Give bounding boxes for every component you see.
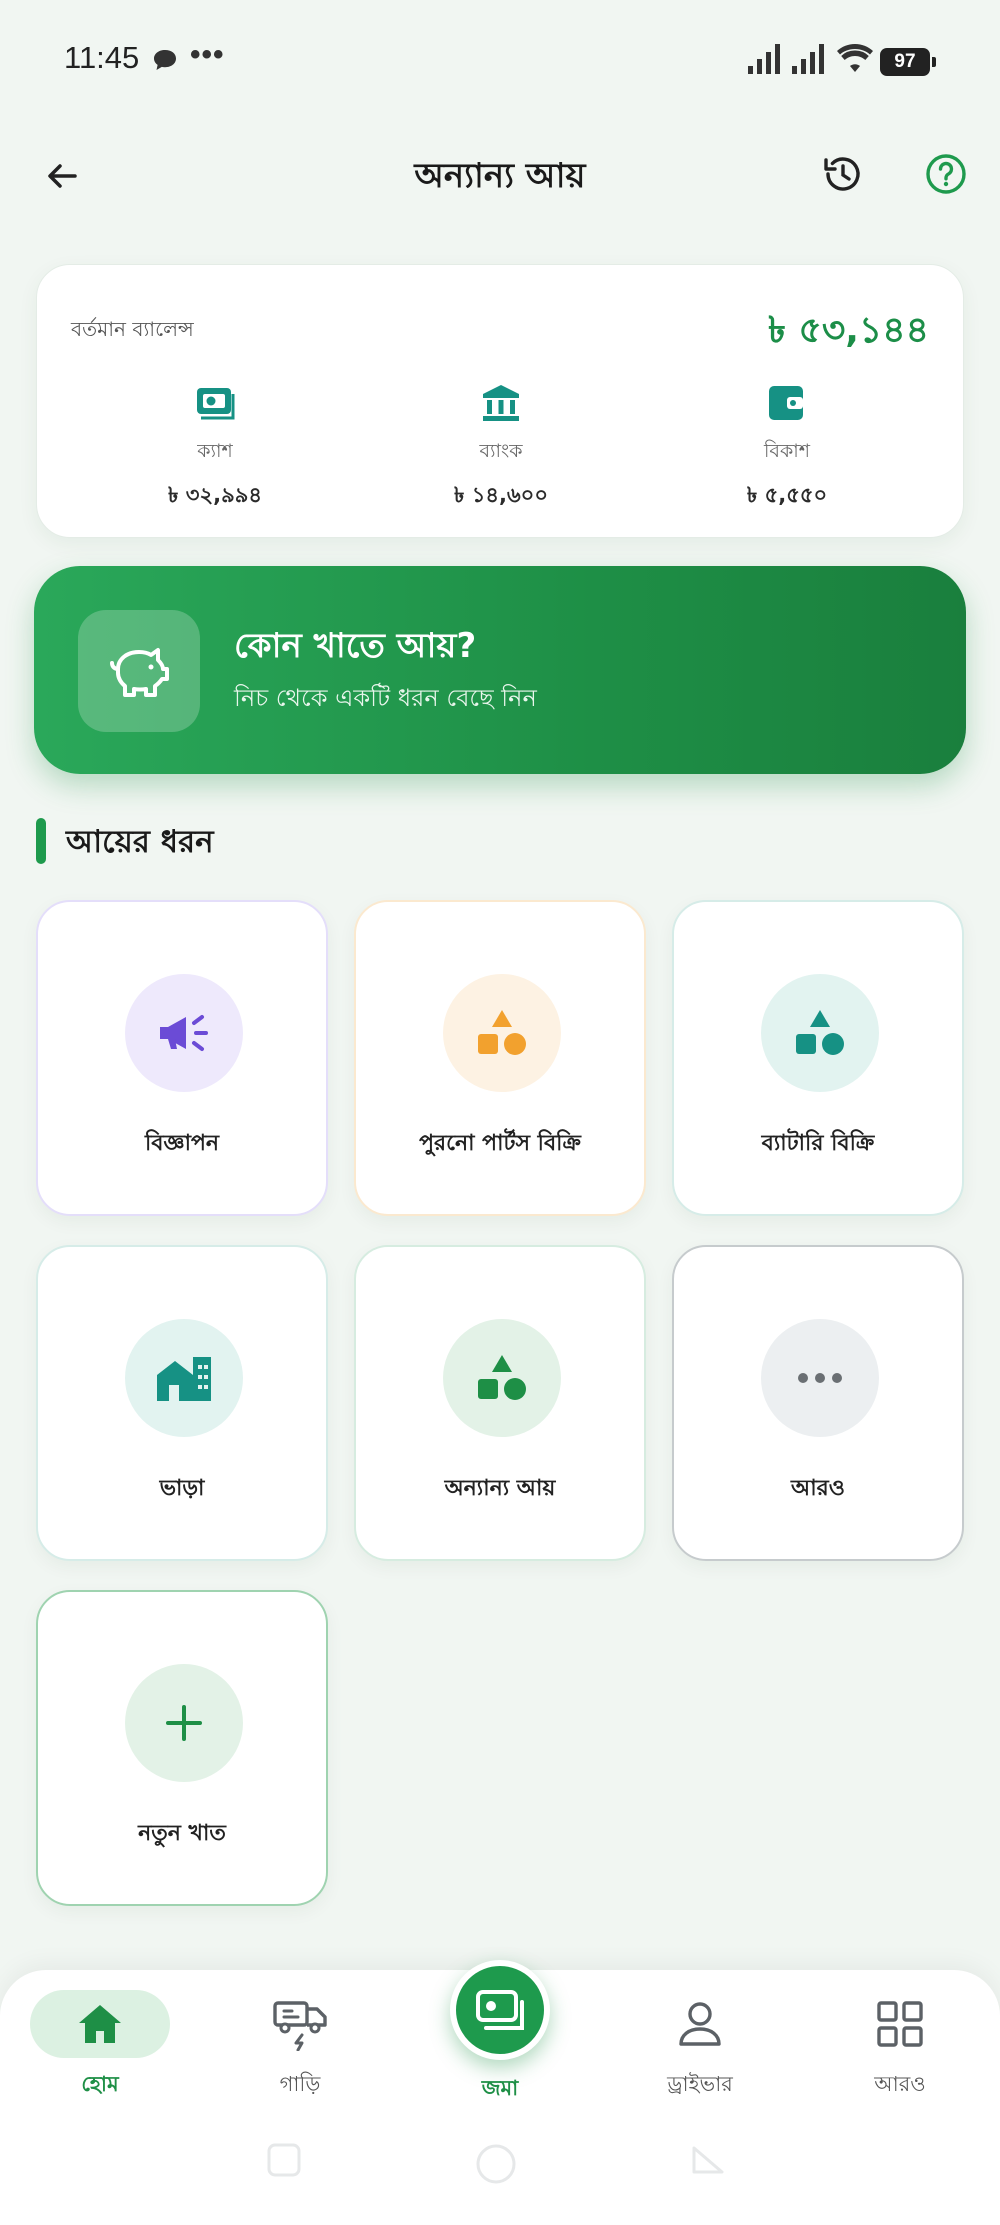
megaphone-icon — [125, 974, 243, 1092]
bottom-nav: হোম গাড়ি জমা ড্রাইভার আরও — [0, 1960, 1000, 2120]
plus-icon — [125, 1664, 243, 1782]
category-label: ভাড়া — [159, 1476, 205, 1501]
wifi-icon — [836, 42, 874, 78]
category-add-new[interactable]: নতুন খাত — [36, 1590, 328, 1906]
truck-icon — [273, 2001, 327, 2051]
help-icon — [926, 154, 966, 194]
account-bank[interactable]: ব্যাংক ৳ ১৪,৬০০ — [381, 381, 621, 514]
piggy-bank-icon — [78, 610, 200, 732]
history-button[interactable] — [820, 152, 868, 200]
nav-more[interactable]: আরও — [820, 1990, 980, 2103]
grid-icon — [877, 2001, 923, 2047]
nav-label-deposit: জমা — [481, 2076, 519, 2100]
recent-apps-button[interactable] — [266, 2142, 302, 2182]
signal-icon — [748, 44, 784, 78]
category-battery-sale[interactable]: ব্যাটারি বিক্রি — [672, 900, 964, 1216]
nav-label: আরও — [874, 2072, 926, 2096]
square-icon — [267, 2143, 301, 2177]
shapes-icon — [761, 974, 879, 1092]
account-cash[interactable]: ক্যাশ ৳ ৩২,৯৯৪ — [95, 381, 335, 514]
nav-label: গাড়ি — [279, 2072, 321, 2096]
status-time: 11:45 — [64, 40, 140, 75]
nav-driver[interactable]: ড্রাইভার — [620, 1990, 780, 2103]
signal-icon — [792, 44, 828, 78]
deposit-button[interactable] — [450, 1960, 550, 2060]
home-system-button[interactable] — [474, 2142, 518, 2190]
category-label: অন্যান্য আয় — [444, 1476, 556, 1501]
chat-bubble-icon — [152, 48, 178, 76]
account-value: ৳ ১৪,৬০০ — [454, 483, 548, 507]
history-icon — [824, 157, 860, 191]
shapes-icon — [443, 1319, 561, 1437]
account-label: বিকাশ — [763, 440, 811, 462]
help-button[interactable] — [924, 152, 972, 200]
category-advertisement[interactable]: বিজ্ঞাপন — [36, 900, 328, 1216]
battery-icon: 97 — [880, 48, 936, 76]
banner-title: কোন খাতে আয়? — [234, 626, 477, 666]
category-old-parts-sale[interactable]: পুরনো পার্টস বিক্রি — [354, 900, 646, 1216]
category-label: বিজ্ঞাপন — [144, 1131, 220, 1156]
account-value: ৳ ৩২,৯৯৪ — [168, 483, 262, 507]
nav-label: হোম — [81, 2072, 119, 2096]
bank-icon — [479, 381, 523, 425]
account-bkash[interactable]: বিকাশ ৳ ৫,৫৫০ — [667, 381, 907, 514]
person-icon — [679, 2002, 721, 2046]
wallet-icon — [765, 381, 809, 425]
cash-icon — [476, 1990, 524, 2030]
triangle-back-icon — [692, 2146, 724, 2174]
account-label: ক্যাশ — [197, 440, 233, 462]
shapes-icon — [443, 974, 561, 1092]
section-title: আয়ের ধরন — [66, 824, 214, 860]
nav-label: ড্রাইভার — [667, 2072, 733, 2096]
balance-amount: ৳ ৫৩,১৪৪ — [768, 310, 929, 351]
income-prompt-banner: কোন খাতে আয়? নিচ থেকে একটি ধরন বেছে নিন — [34, 566, 966, 774]
section-accent-bar — [36, 818, 46, 864]
back-system-button[interactable] — [690, 2142, 726, 2182]
category-label: পুরনো পার্টস বিক্রি — [419, 1131, 581, 1156]
building-icon — [125, 1319, 243, 1437]
banner-subtitle: নিচ থেকে একটি ধরন বেছে নিন — [234, 684, 537, 712]
nav-home[interactable]: হোম — [20, 1990, 180, 2103]
category-more[interactable]: আরও — [672, 1245, 964, 1561]
category-rent[interactable]: ভাড়া — [36, 1245, 328, 1561]
category-other-income[interactable]: অন্যান্য আয় — [354, 1245, 646, 1561]
category-label: ব্যাটারি বিক্রি — [761, 1131, 875, 1156]
app-header: অন্যান্য আয় — [0, 130, 1000, 222]
balance-card: বর্তমান ব্যালেন্স ৳ ৫৩,১৪৪ ক্যাশ ৳ ৩২,৯৯… — [36, 264, 964, 538]
category-label: নতুন খাত — [138, 1821, 226, 1846]
circle-icon — [476, 2144, 516, 2184]
system-nav-bar — [0, 2120, 1000, 2225]
cash-icon — [193, 381, 237, 425]
nav-vehicles[interactable]: গাড়ি — [220, 1990, 380, 2103]
account-label: ব্যাংক — [479, 440, 523, 462]
category-label: আরও — [791, 1476, 845, 1501]
more-dots-icon — [761, 1319, 879, 1437]
home-icon — [79, 2005, 121, 2043]
status-bar: 11:45 ••• 97 — [0, 0, 1000, 120]
balance-label: বর্তমান ব্যালেন্স — [71, 317, 194, 341]
account-value: ৳ ৫,৫৫০ — [746, 483, 828, 507]
status-more-dots: ••• — [190, 38, 225, 71]
